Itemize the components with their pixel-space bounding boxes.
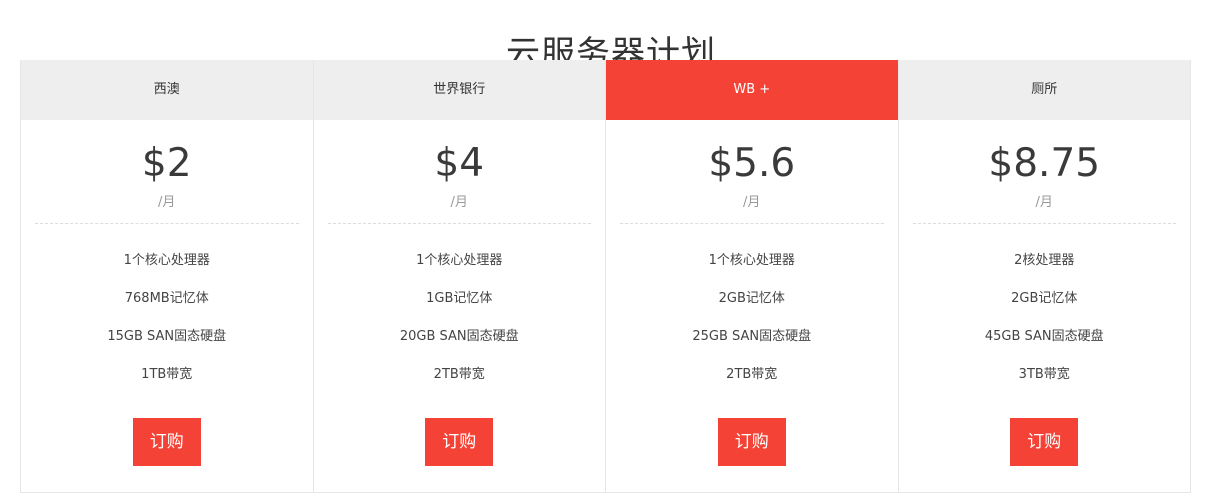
- feature-item: 25GB SAN固态硬盘: [692, 329, 812, 344]
- plan-name: WB +: [606, 60, 898, 120]
- feature-item: 1GB记忆体: [426, 291, 493, 306]
- order-button[interactable]: 订购: [1010, 418, 1079, 466]
- plan-card-featured: WB + $5.6 /月 1个核心处理器 2GB记忆体 25GB SAN固态硬盘…: [606, 60, 899, 492]
- plan-card: 西澳 $2 /月 1个核心处理器 768MB记忆体 15GB SAN固态硬盘 1…: [21, 60, 314, 492]
- feature-item: 2TB带宽: [433, 367, 485, 382]
- plan-period: /月: [1035, 195, 1053, 210]
- feature-list: 1个核心处理器 1GB记忆体 20GB SAN固态硬盘 2TB带宽: [314, 246, 606, 398]
- plan-name: 厕所: [898, 60, 1190, 120]
- feature-item: 1个核心处理器: [123, 253, 210, 268]
- feature-item: 1TB带宽: [141, 367, 193, 382]
- plan-price: $8.75: [988, 141, 1101, 186]
- plan-card: 世界银行 $4 /月 1个核心处理器 1GB记忆体 20GB SAN固态硬盘 2…: [313, 60, 606, 492]
- plan-period: /月: [450, 195, 468, 210]
- feature-item: 45GB SAN固态硬盘: [984, 329, 1104, 344]
- order-button[interactable]: 订购: [132, 418, 201, 466]
- feature-item: 1个核心处理器: [708, 253, 795, 268]
- feature-item: 1个核心处理器: [416, 253, 503, 268]
- feature-item: 2TB带宽: [726, 367, 778, 382]
- feature-list: 2核处理器 2GB记忆体 45GB SAN固态硬盘 3TB带宽: [899, 246, 1191, 398]
- divider: [327, 223, 591, 224]
- feature-item: 768MB记忆体: [124, 291, 209, 306]
- divider: [620, 223, 884, 224]
- plan-period: /月: [158, 195, 176, 210]
- order-button[interactable]: 订购: [425, 418, 494, 466]
- divider: [35, 223, 299, 224]
- plan-period: /月: [743, 195, 761, 210]
- feature-item: 3TB带宽: [1018, 367, 1070, 382]
- feature-item: 2核处理器: [1014, 253, 1075, 268]
- feature-item: 20GB SAN固态硬盘: [399, 329, 519, 344]
- plan-price: $2: [141, 141, 192, 186]
- feature-item: 2GB记忆体: [1011, 291, 1078, 306]
- pricing-table: 西澳 $2 /月 1个核心处理器 768MB记忆体 15GB SAN固态硬盘 1…: [20, 60, 1191, 493]
- order-button[interactable]: 订购: [717, 418, 786, 466]
- feature-list: 1个核心处理器 2GB记忆体 25GB SAN固态硬盘 2TB带宽: [606, 246, 898, 398]
- divider: [912, 223, 1176, 224]
- plan-name: 世界银行: [313, 60, 605, 120]
- plan-price: $4: [434, 141, 485, 186]
- feature-item: 15GB SAN固态硬盘: [107, 329, 227, 344]
- plan-price: $5.6: [708, 141, 796, 186]
- plan-card: 厕所 $8.75 /月 2核处理器 2GB记忆体 45GB SAN固态硬盘 3T…: [898, 60, 1191, 492]
- feature-list: 1个核心处理器 768MB记忆体 15GB SAN固态硬盘 1TB带宽: [21, 246, 313, 398]
- feature-item: 2GB记忆体: [718, 291, 785, 306]
- plan-name: 西澳: [21, 60, 313, 120]
